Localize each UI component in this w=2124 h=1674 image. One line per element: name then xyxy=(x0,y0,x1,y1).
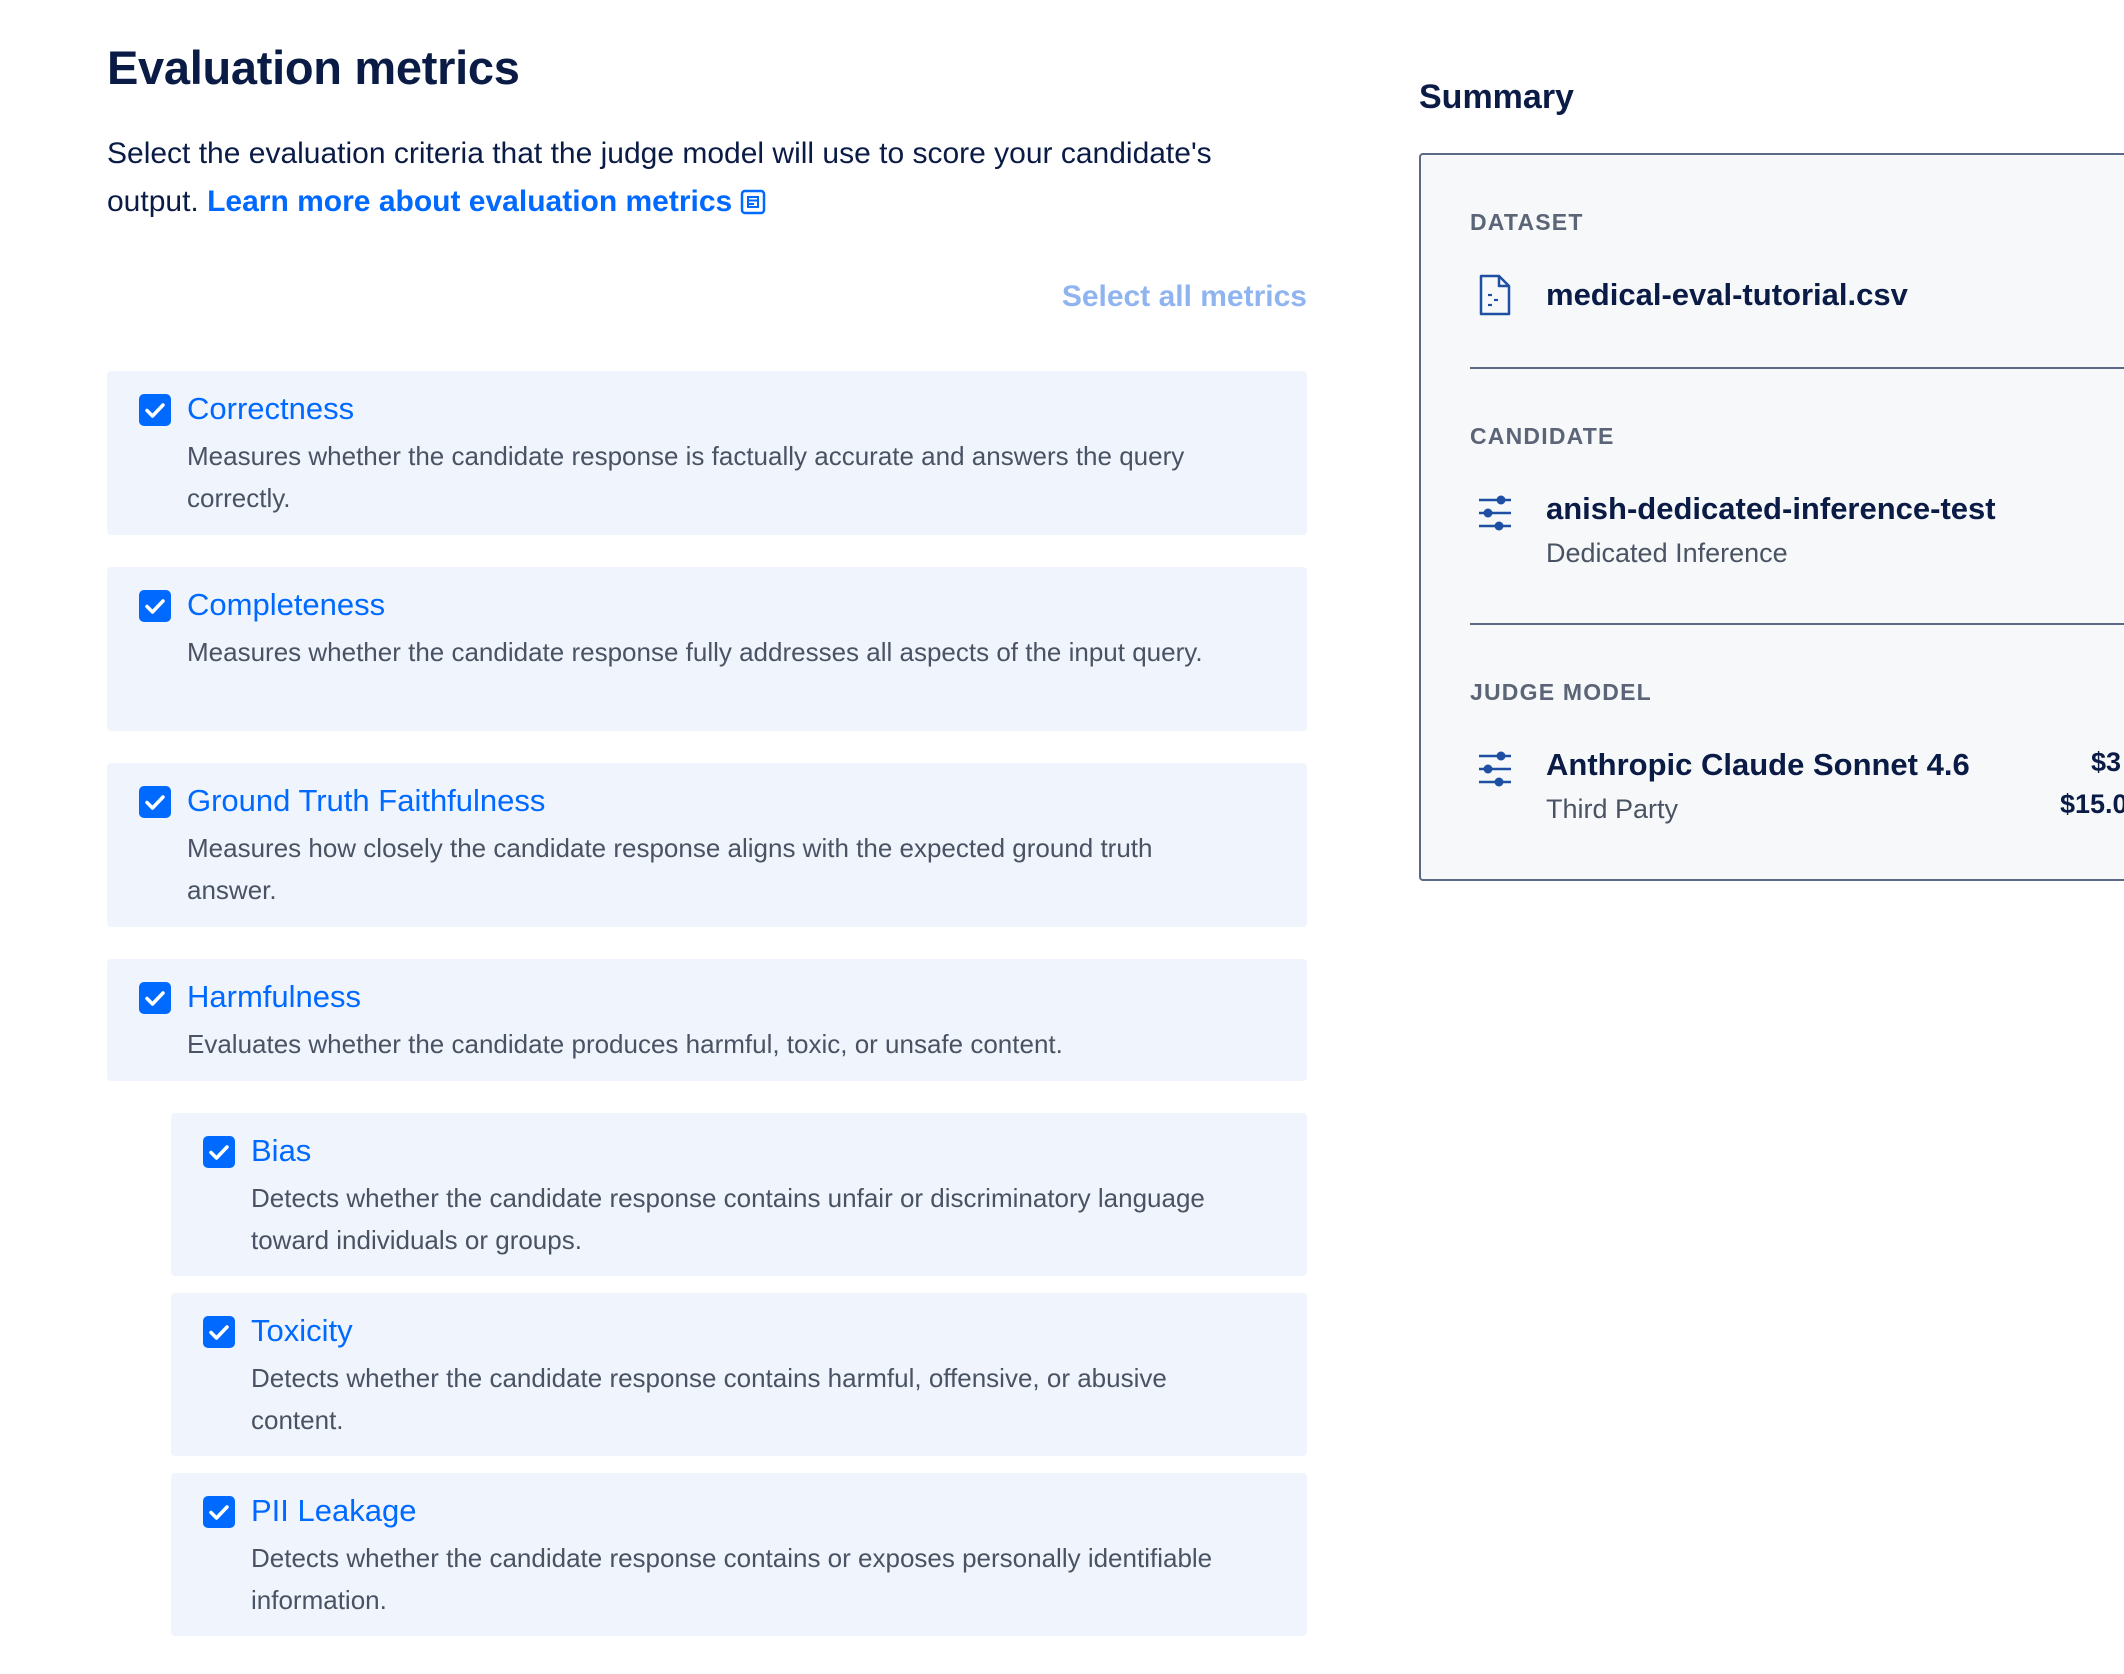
candidate-name: anish-dedicated-inference-test xyxy=(1546,491,1996,526)
learn-more-link[interactable]: Learn more about evaluation metrics xyxy=(207,185,766,218)
sliders-icon xyxy=(1479,751,1511,787)
metric-card-completeness[interactable]: Completeness Measures whether the candid… xyxy=(107,567,1307,731)
metric-label: Ground Truth Faithfulness xyxy=(187,783,546,818)
check-icon xyxy=(145,991,165,1006)
metric-label: Completeness xyxy=(187,587,386,622)
checkbox-ground-truth-faithfulness[interactable] xyxy=(139,786,171,818)
metric-description: Measures how closely the candidate respo… xyxy=(187,833,1153,905)
metric-card-bias[interactable]: Bias Detects whether the candidate respo… xyxy=(171,1113,1307,1276)
check-icon xyxy=(145,599,165,614)
metric-card-toxicity[interactable]: Toxicity Detects whether the candidate r… xyxy=(171,1293,1307,1456)
check-icon xyxy=(209,1325,229,1340)
metric-description: Measures whether the candidate response … xyxy=(187,637,1203,667)
metric-card-harmfulness[interactable]: Harmfulness Evaluates whether the candid… xyxy=(107,959,1307,1081)
judge-model-type: Third Party xyxy=(1546,794,1679,824)
metric-card-ground-truth-faithfulness[interactable]: Ground Truth Faithfulness Measures how c… xyxy=(107,763,1307,927)
check-icon xyxy=(209,1505,229,1520)
check-icon xyxy=(209,1145,229,1160)
check-icon xyxy=(145,795,165,810)
checkbox-harmfulness[interactable] xyxy=(139,982,171,1014)
checkbox-toxicity[interactable] xyxy=(203,1316,235,1348)
metric-description: Measures whether the candidate response … xyxy=(187,441,1185,513)
learn-more-label: Learn more about evaluation metrics xyxy=(207,185,733,218)
divider xyxy=(1470,623,2124,625)
checkbox-correctness[interactable] xyxy=(139,394,171,426)
metric-label: Harmfulness xyxy=(187,979,361,1014)
page-title: Evaluation metrics xyxy=(107,41,520,94)
dataset-label: DATASET xyxy=(1470,209,1584,235)
summary-title: Summary xyxy=(1419,78,1574,116)
evaluation-page: Evaluation metrics Select the evaluation… xyxy=(0,0,2124,1674)
intro-text: Select the evaluation criteria that the … xyxy=(107,130,1307,226)
select-all-metrics-button[interactable]: Select all metrics xyxy=(1062,280,1307,314)
summary-panel: DATASET medical-eval-tutorial.csv CANDID… xyxy=(1419,153,2124,881)
sliders-icon xyxy=(1479,495,1511,531)
metric-card-pii-leakage[interactable]: PII Leakage Detects whether the candidat… xyxy=(171,1473,1307,1636)
metric-label: Correctness xyxy=(187,391,355,426)
checkbox-pii-leakage[interactable] xyxy=(203,1496,235,1528)
metric-label: Toxicity xyxy=(251,1313,353,1348)
file-icon xyxy=(1479,274,1511,316)
dataset-name: medical-eval-tutorial.csv xyxy=(1546,277,1908,312)
metric-description: Detects whether the candidate response c… xyxy=(251,1183,1205,1255)
docs-icon xyxy=(741,189,766,215)
judge-model-name: Anthropic Claude Sonnet 4.6 xyxy=(1546,747,1970,782)
metric-label: Bias xyxy=(251,1133,312,1168)
judge-input-price: $3 xyxy=(2091,747,2122,777)
candidate-type: Dedicated Inference xyxy=(1546,538,1788,568)
judge-output-price: $15.0 xyxy=(2060,789,2124,819)
candidate-label: CANDIDATE xyxy=(1470,423,1615,449)
metric-description: Detects whether the candidate response c… xyxy=(251,1543,1213,1615)
checkbox-bias[interactable] xyxy=(203,1136,235,1168)
check-icon xyxy=(145,403,165,418)
judge-model-label: JUDGE MODEL xyxy=(1470,679,1652,705)
checkbox-completeness[interactable] xyxy=(139,590,171,622)
metric-card-correctness[interactable]: Correctness Measures whether the candida… xyxy=(107,371,1307,535)
divider xyxy=(1470,367,2124,369)
metric-description: Detects whether the candidate response c… xyxy=(251,1363,1167,1435)
metric-description: Evaluates whether the candidate produces… xyxy=(187,1029,1063,1059)
metric-label: PII Leakage xyxy=(251,1493,417,1528)
